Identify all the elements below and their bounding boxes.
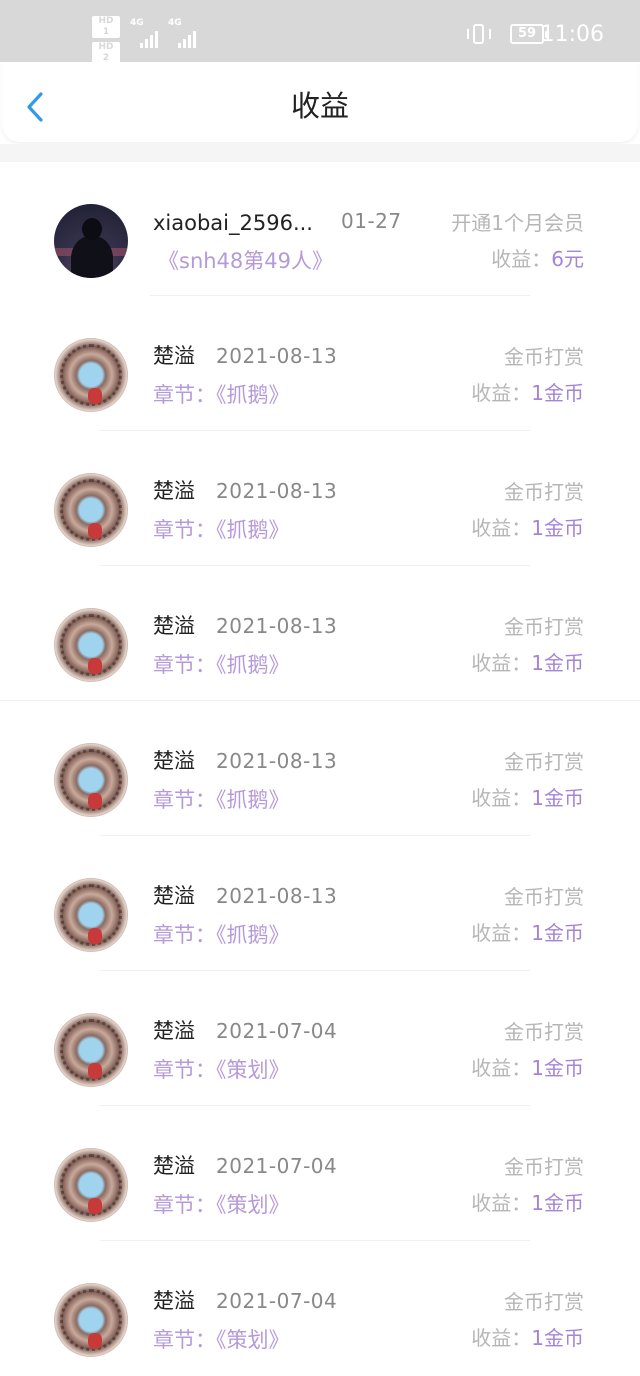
record-earning: 收益：6元 xyxy=(491,244,584,274)
nav-header: 收益 xyxy=(2,62,638,142)
record-type: 金币打赏 xyxy=(504,885,584,909)
avatar xyxy=(54,1013,128,1087)
earning-value: 1金币 xyxy=(531,921,584,945)
earning-record[interactable]: 楚溢 2021-08-13 章节：《抓鹅》 金币打赏 收益：1金币 xyxy=(0,836,640,971)
avatar xyxy=(54,204,128,278)
network-type-2: 4G xyxy=(168,18,182,28)
battery-level: 59 xyxy=(517,26,537,41)
user-name: 楚溢 xyxy=(153,479,195,503)
sim2-badge: HD 2 xyxy=(92,42,120,64)
record-subtitle: 章节：《抓鹅》 xyxy=(153,923,290,947)
sim1-badge: HD 1 xyxy=(92,16,120,38)
avatar xyxy=(54,608,128,682)
record-subtitle: 章节：《策划》 xyxy=(153,1328,290,1352)
earnings-list: xiaobai_2596... 01-27 《snh48第49人》 开通1个月会… xyxy=(0,162,640,1376)
user-name: 楚溢 xyxy=(153,344,195,368)
record-type: 金币打赏 xyxy=(504,480,584,504)
avatar xyxy=(54,743,128,817)
vibrate-icon xyxy=(466,24,492,46)
status-right: 59 11:06 xyxy=(404,22,604,52)
status-bar: HD 1 HD 2 4G 4G 59 11:06 xyxy=(0,0,640,64)
earning-record[interactable]: 楚溢 2021-08-13 章节：《抓鹅》 金币打赏 收益：1金币 xyxy=(0,701,640,836)
record-earning: 收益：1金币 xyxy=(471,378,584,408)
earning-value: 6元 xyxy=(551,247,584,271)
record-date: 2021-07-04 xyxy=(216,1019,338,1043)
user-name: 楚溢 xyxy=(153,614,195,638)
record-type: 金币打赏 xyxy=(504,615,584,639)
earning-record[interactable]: 楚溢 2021-07-04 章节：《策划》 金币打赏 收益：1金币 xyxy=(0,1106,640,1241)
earning-record[interactable]: xiaobai_2596... 01-27 《snh48第49人》 开通1个月会… xyxy=(0,162,640,296)
record-date: 2021-07-04 xyxy=(216,1289,338,1313)
user-name: xiaobai_2596... xyxy=(153,211,313,235)
earning-value: 1金币 xyxy=(531,786,584,810)
earning-label: 收益： xyxy=(471,921,532,945)
record-date: 2021-08-13 xyxy=(216,479,338,503)
earning-label: 收益： xyxy=(471,516,532,540)
earning-record[interactable]: 楚溢 2021-08-13 章节：《抓鹅》 金币打赏 收益：1金币 xyxy=(0,566,640,701)
record-earning: 收益：1金币 xyxy=(471,918,584,948)
page-title: 收益 xyxy=(290,89,349,123)
earning-label: 收益： xyxy=(471,381,532,405)
earning-record[interactable]: 楚溢 2021-08-13 章节：《抓鹅》 金币打赏 收益：1金币 xyxy=(0,431,640,566)
user-name: 楚溢 xyxy=(153,884,195,908)
network-type-1: 4G xyxy=(130,18,144,28)
earning-record[interactable]: 楚溢 2021-07-04 章节：《策划》 金币打赏 收益：1金币 xyxy=(0,971,640,1106)
record-type: 金币打赏 xyxy=(504,1155,584,1179)
record-subtitle: 章节：《抓鹅》 xyxy=(153,788,290,812)
header-gap xyxy=(0,144,640,162)
record-date: 2021-08-13 xyxy=(216,749,338,773)
record-subtitle: 章节：《策划》 xyxy=(153,1193,290,1217)
avatar xyxy=(54,1148,128,1222)
avatar xyxy=(54,878,128,952)
earning-label: 收益： xyxy=(471,1326,532,1350)
earning-label: 收益： xyxy=(471,651,532,675)
earning-label: 收益： xyxy=(471,1191,532,1215)
earning-label: 收益： xyxy=(471,1056,532,1080)
earning-value: 1金币 xyxy=(531,651,584,675)
record-type: 金币打赏 xyxy=(504,345,584,369)
record-date: 2021-08-13 xyxy=(216,614,338,638)
record-type: 金币打赏 xyxy=(504,1290,584,1314)
record-earning: 收益：1金币 xyxy=(471,513,584,543)
user-name: 楚溢 xyxy=(153,1154,195,1178)
record-earning: 收益：1金币 xyxy=(471,1188,584,1218)
avatar xyxy=(54,473,128,547)
earning-value: 1金币 xyxy=(531,1326,584,1350)
record-earning: 收益：1金币 xyxy=(471,648,584,678)
earning-record[interactable]: 楚溢 2021-08-13 章节：《抓鹅》 金币打赏 收益：1金币 xyxy=(0,296,640,431)
record-date: 2021-07-04 xyxy=(216,1154,338,1178)
avatar xyxy=(54,338,128,412)
clock: 11:06 xyxy=(540,22,604,47)
avatar xyxy=(54,1283,128,1357)
earning-label: 收益： xyxy=(491,247,552,271)
record-earning: 收益：1金币 xyxy=(471,1053,584,1083)
earning-value: 1金币 xyxy=(531,516,584,540)
sim-indicators: HD 1 HD 2 xyxy=(92,16,122,68)
user-name: 楚溢 xyxy=(153,1019,195,1043)
record-subtitle: 《snh48第49人》 xyxy=(158,249,334,273)
record-subtitle: 章节：《策划》 xyxy=(153,1058,290,1082)
record-subtitle: 章节：《抓鹅》 xyxy=(153,383,290,407)
earning-value: 1金币 xyxy=(531,1056,584,1080)
record-type: 金币打赏 xyxy=(504,750,584,774)
user-name: 楚溢 xyxy=(153,749,195,773)
record-date: 2021-08-13 xyxy=(216,884,338,908)
record-subtitle: 章节：《抓鹅》 xyxy=(153,518,290,542)
record-date: 2021-08-13 xyxy=(216,344,338,368)
record-type: 金币打赏 xyxy=(504,1020,584,1044)
battery-icon: 59 xyxy=(510,24,548,44)
earning-record[interactable]: 楚溢 2021-07-04 章节：《策划》 金币打赏 收益：1金币 xyxy=(0,1241,640,1376)
record-date: 01-27 xyxy=(341,209,402,233)
record-earning: 收益：1金币 xyxy=(471,1323,584,1353)
record-type: 开通1个月会员 xyxy=(451,211,584,235)
earning-label: 收益： xyxy=(471,786,532,810)
record-subtitle: 章节：《抓鹅》 xyxy=(153,653,290,677)
earning-value: 1金币 xyxy=(531,1191,584,1215)
earning-value: 1金币 xyxy=(531,381,584,405)
record-earning: 收益：1金币 xyxy=(471,783,584,813)
user-name: 楚溢 xyxy=(153,1289,195,1313)
